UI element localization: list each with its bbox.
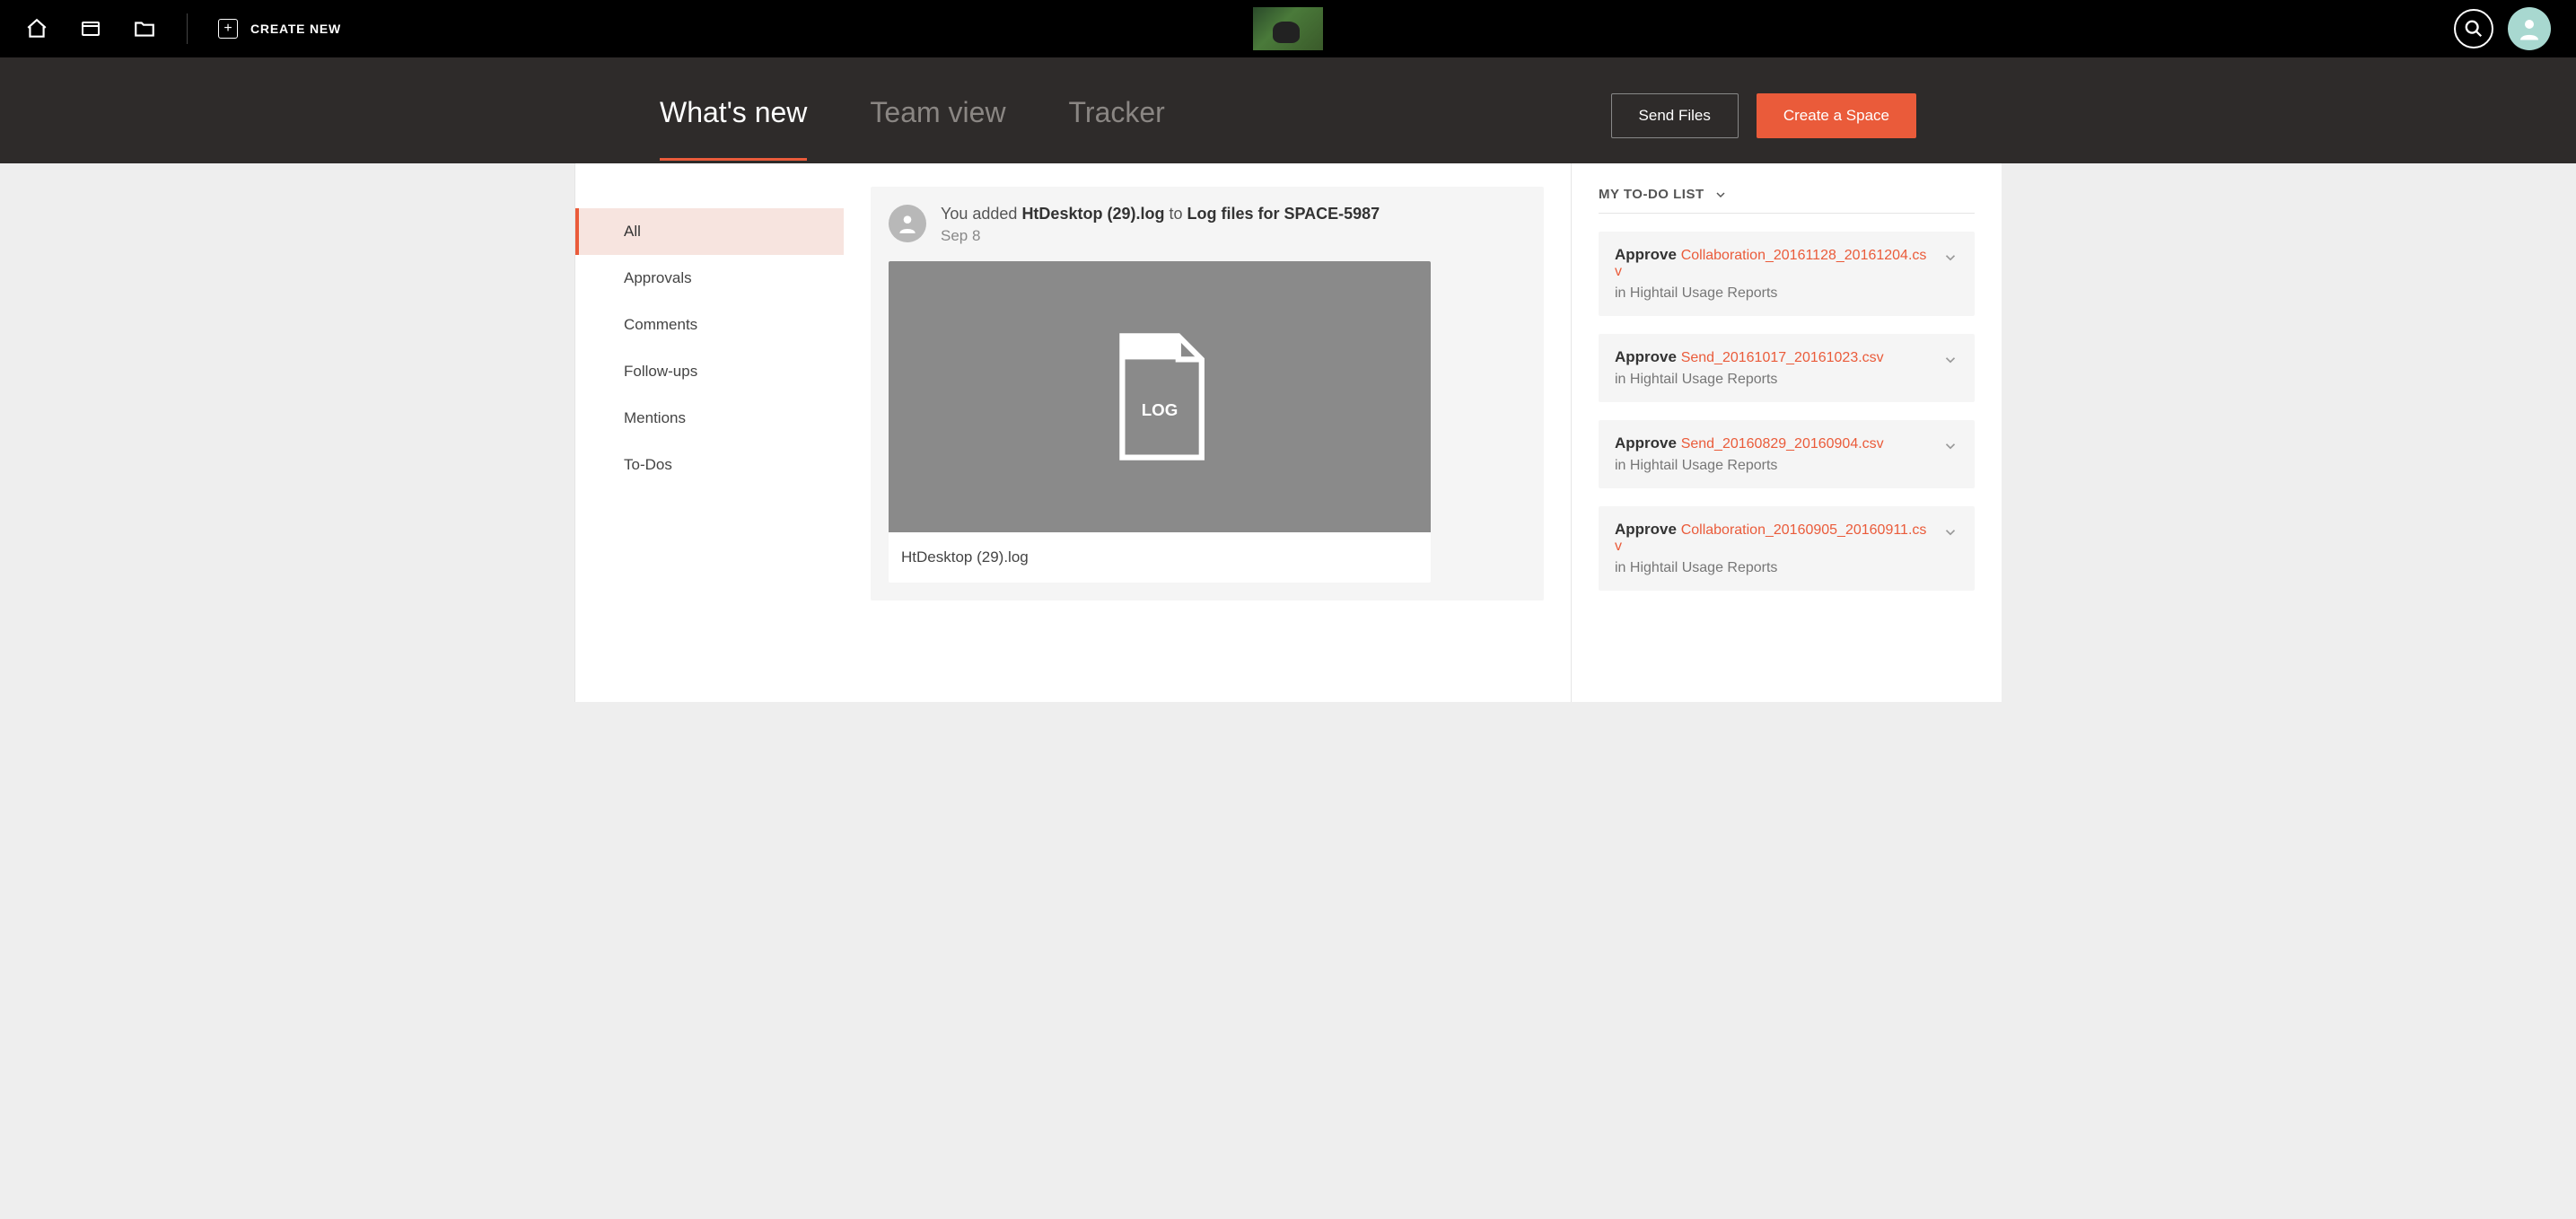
todo-sub: in Hightail Usage Reports (1615, 458, 1932, 474)
topbar-right (2454, 7, 2551, 50)
window-icon[interactable] (79, 17, 102, 40)
tab-whats-new[interactable]: What's new (660, 96, 807, 161)
todo-sub: in Hightail Usage Reports (1615, 285, 1932, 302)
feed-text-wrap: You added HtDesktop (29).log to Log file… (941, 205, 1380, 245)
todo-item-body: Approve Collaboration_20160905_20160911.… (1615, 521, 1932, 576)
chevron-down-icon (1942, 352, 1958, 373)
chevron-down-icon (1942, 250, 1958, 270)
file-icon: LOG (1113, 329, 1206, 464)
feed-date: Sep 8 (941, 227, 1380, 245)
tab-tracker[interactable]: Tracker (1069, 96, 1165, 161)
main: All Approvals Comments Follow-ups Mentio… (574, 163, 2002, 702)
divider (187, 13, 188, 44)
logo[interactable] (1253, 7, 1323, 50)
create-space-button[interactable]: Create a Space (1757, 93, 1916, 138)
todo-header[interactable]: MY TO-DO LIST (1599, 187, 1975, 214)
todo-item-body: Approve Collaboration_20161128_20161204.… (1615, 246, 1932, 302)
todo-action: Approve (1615, 434, 1681, 452)
feed-activity-text: You added HtDesktop (29).log to Log file… (941, 205, 1380, 224)
feed-mid: to (1164, 205, 1187, 223)
feed-file: HtDesktop (29).log (1021, 205, 1164, 223)
sidebar-item-to-dos[interactable]: To-Dos (575, 442, 844, 488)
chevron-down-icon (1942, 524, 1958, 545)
home-icon[interactable] (25, 17, 48, 40)
file-label: HtDesktop (29).log (889, 532, 1431, 583)
feed-prefix: You added (941, 205, 1021, 223)
file-preview[interactable]: LOG HtDesktop (29).log (889, 261, 1431, 583)
todo-item[interactable]: Approve Send_20160829_20160904.csv in Hi… (1599, 420, 1975, 488)
todo-item[interactable]: Approve Collaboration_20161128_20161204.… (1599, 232, 1975, 316)
person-icon (896, 212, 919, 235)
todo-action: Approve (1615, 521, 1681, 538)
todo-item-body: Approve Send_20160829_20160904.csv in Hi… (1615, 434, 1932, 474)
todo-item[interactable]: Approve Send_20161017_20161023.csv in Hi… (1599, 334, 1975, 402)
todo-link: Send_20161017_20161023.csv (1681, 350, 1884, 365)
folder-icon[interactable] (133, 17, 156, 40)
sidebar-item-approvals[interactable]: Approvals (575, 255, 844, 302)
topbar-left: + CREATE NEW (25, 13, 341, 44)
plus-icon: + (218, 19, 238, 39)
todo-header-label: MY TO-DO LIST (1599, 187, 1704, 202)
create-new-label: CREATE NEW (250, 22, 341, 36)
subheader: What's new Team view Tracker Send Files … (0, 57, 2576, 163)
todo-title: Approve Collaboration_20160905_20160911.… (1615, 521, 1932, 555)
search-button[interactable] (2454, 9, 2493, 48)
feed-dest: Log files for SPACE-5987 (1187, 205, 1380, 223)
tab-team-view[interactable]: Team view (870, 96, 1005, 161)
chevron-down-icon (1942, 438, 1958, 459)
logo-image (1253, 7, 1323, 50)
chevron-down-icon (1713, 188, 1728, 202)
sidebar-item-comments[interactable]: Comments (575, 302, 844, 348)
todo-action: Approve (1615, 348, 1681, 365)
todo-link: Send_20160829_20160904.csv (1681, 436, 1884, 452)
todo-item-body: Approve Send_20161017_20161023.csv in Hi… (1615, 348, 1932, 388)
todo-item[interactable]: Approve Collaboration_20160905_20160911.… (1599, 506, 1975, 591)
todo-action: Approve (1615, 246, 1681, 263)
tabs: What's new Team view Tracker (660, 96, 1165, 161)
todo-sub: in Hightail Usage Reports (1615, 560, 1932, 576)
topbar: + CREATE NEW (0, 0, 2576, 57)
person-icon (2516, 15, 2543, 42)
todo-title: Approve Send_20160829_20160904.csv (1615, 434, 1932, 452)
sidebar-item-mentions[interactable]: Mentions (575, 395, 844, 442)
subheader-actions: Send Files Create a Space (1611, 93, 1916, 163)
search-icon (2464, 19, 2484, 39)
svg-text:LOG: LOG (1142, 400, 1178, 419)
create-new-button[interactable]: + CREATE NEW (218, 19, 341, 39)
subheader-inner: What's new Team view Tracker Send Files … (624, 93, 1952, 163)
todo-panel: MY TO-DO LIST Approve Collaboration_2016… (1571, 163, 2002, 702)
sidebar-item-follow-ups[interactable]: Follow-ups (575, 348, 844, 395)
file-thumb: LOG (889, 261, 1431, 532)
sidebar: All Approvals Comments Follow-ups Mentio… (574, 163, 844, 702)
user-avatar[interactable] (2508, 7, 2551, 50)
send-files-button[interactable]: Send Files (1611, 93, 1739, 138)
sidebar-item-all[interactable]: All (575, 208, 844, 255)
todo-title: Approve Send_20161017_20161023.csv (1615, 348, 1932, 366)
feed: You added HtDesktop (29).log to Log file… (844, 163, 1571, 702)
feed-card: You added HtDesktop (29).log to Log file… (871, 187, 1544, 601)
todo-title: Approve Collaboration_20161128_20161204.… (1615, 246, 1932, 280)
feed-head: You added HtDesktop (29).log to Log file… (889, 205, 1526, 245)
feed-avatar (889, 205, 926, 242)
todo-sub: in Hightail Usage Reports (1615, 372, 1932, 388)
